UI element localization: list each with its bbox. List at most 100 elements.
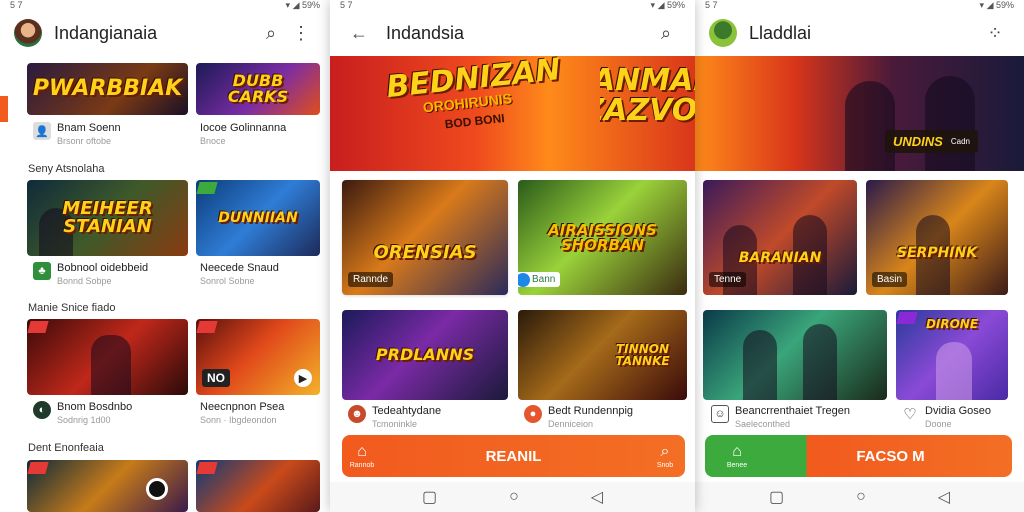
list-item[interactable]: ☺ Beancrrenthaiet Tregen Saeleconthed bbox=[711, 405, 850, 429]
chat-icon: ☺ bbox=[711, 405, 729, 423]
game-banner[interactable]: BARANIAN Tenne bbox=[703, 180, 857, 295]
game-banner[interactable] bbox=[27, 460, 188, 512]
hero-banner-left-logo: BEDNIZAN OROHIRUNIS BOD BONI bbox=[379, 56, 571, 138]
game-sub: Brsonr oftobe bbox=[57, 136, 112, 146]
home-icon[interactable]: ⌂ Benee bbox=[705, 443, 769, 469]
system-nav-bar: ▢ ○ ◁ bbox=[330, 482, 695, 512]
game-banner[interactable]: NO ▶ bbox=[196, 319, 320, 395]
game-name: Neecede Snaud bbox=[200, 262, 279, 274]
character-figure bbox=[743, 330, 777, 400]
status-bar: 5 7 ▾ ◢ 59% bbox=[0, 0, 330, 10]
game-banner[interactable]: DUNNIIAN bbox=[196, 180, 320, 256]
game-tag: Rannde bbox=[348, 272, 394, 287]
system-nav-bar: ▢ ○ ◁ bbox=[695, 482, 1024, 512]
game-icon: ● bbox=[524, 405, 542, 423]
more-vert-icon[interactable]: ⋮ bbox=[286, 18, 316, 48]
game-name: Neecnpnon Psea bbox=[200, 401, 285, 413]
game-icon: ☻ bbox=[348, 405, 366, 423]
hero-banner-logo: UNDINS Cadn bbox=[885, 130, 978, 153]
status-right: ▾ ◢ 59% bbox=[285, 0, 320, 10]
phone-screen-1: 5 7 ▾ ◢ 59% Indangianaia ⌕ ⋮ PWARBBIAK DU… bbox=[0, 0, 330, 512]
search-icon[interactable]: ⌕ bbox=[256, 18, 286, 48]
game-tag: Tenne bbox=[709, 272, 747, 287]
game-banner[interactable]: MEIHEER STANIAN bbox=[27, 180, 188, 256]
back-arrow-icon[interactable]: ← bbox=[344, 18, 374, 48]
game-name: Bedt Rundennpig bbox=[548, 405, 634, 417]
game-banner[interactable] bbox=[703, 310, 887, 400]
new-badge-icon bbox=[896, 312, 918, 324]
game-banner[interactable]: ORENSIAS Rannde bbox=[342, 180, 508, 295]
hero-banner[interactable]: UNDINS Cadn bbox=[695, 56, 1024, 171]
game-name: Beancrrenthaiet Tregen bbox=[735, 405, 850, 417]
character-figure bbox=[91, 335, 131, 395]
hot-badge-icon bbox=[27, 462, 49, 474]
game-sub: Denniceion bbox=[548, 419, 594, 429]
new-badge-icon bbox=[196, 182, 218, 194]
list-item[interactable]: ☻ Tedeahtydane Tcmoninkle bbox=[348, 405, 441, 429]
status-bar: 5 7 ▾ ◢ 59% bbox=[695, 0, 1024, 10]
status-left: 5 7 bbox=[340, 0, 353, 10]
status-left: 5 7 bbox=[705, 0, 718, 10]
primary-cta-button[interactable]: ⌂ Benee FACSO M bbox=[705, 435, 1012, 477]
grid-menu-icon[interactable]: ⁘ bbox=[980, 18, 1010, 48]
play-icon[interactable]: ▶ bbox=[294, 369, 312, 387]
home-icon[interactable]: ⌂ Rannob bbox=[342, 443, 382, 469]
game-icon: 👤 bbox=[33, 122, 51, 140]
game-banner[interactable]: PWARBBIAK bbox=[27, 63, 188, 115]
back-nav-icon[interactable]: ◁ bbox=[938, 487, 950, 507]
game-name: Bnam Soenn bbox=[57, 122, 121, 134]
list-item[interactable]: ◐ Bnom Bosdnbo Sodnrig 1d00 bbox=[33, 401, 132, 425]
game-banner[interactable]: DUBB CARKS bbox=[196, 63, 320, 115]
cta-label: REANIL bbox=[485, 447, 542, 465]
game-logo: AIRAISSIONS SHORBAN bbox=[548, 220, 657, 254]
list-item[interactable]: Neecnpnon Psea Sonn · Ibgdeondon bbox=[200, 401, 284, 425]
game-name: Tedeahtydane bbox=[372, 405, 442, 417]
list-item[interactable]: ● Bedt Rundennpig Denniceion bbox=[524, 405, 633, 429]
list-item[interactable]: 👤 Bnam Soenn Brsonr oftobe bbox=[33, 122, 121, 146]
game-sub: Saeleconthed bbox=[735, 419, 791, 429]
recents-icon[interactable]: ▢ bbox=[422, 487, 437, 507]
search-icon[interactable]: ⌕ bbox=[651, 18, 681, 48]
app-bar: Indangianaia ⌕ ⋮ bbox=[0, 10, 330, 56]
game-logo: NO bbox=[202, 369, 230, 387]
section-title: Dent Enonfeaia bbox=[28, 442, 104, 454]
primary-cta-button[interactable]: ⌂ Rannob REANIL ⌕ Snob bbox=[342, 435, 685, 477]
search-icon[interactable]: ⌕ Snob bbox=[645, 443, 685, 469]
game-name: Bnom Bosdnbo bbox=[57, 401, 133, 413]
status-right: ▾ ◢ 59% bbox=[650, 0, 685, 10]
hero-banner[interactable]: BEDNIZAN OROHIRUNIS BOD BONI NANMAIGI ZA… bbox=[330, 56, 695, 171]
game-banner[interactable]: PRDLANNS bbox=[342, 310, 508, 400]
game-banner[interactable]: AIRAISSIONS SHORBAN Bann bbox=[518, 180, 687, 295]
app-title: Indangianaia bbox=[54, 22, 158, 43]
game-banner[interactable]: DIRONE bbox=[896, 310, 1008, 400]
recents-icon[interactable]: ▢ bbox=[769, 487, 784, 507]
list-item[interactable]: ♡ Dvidia Goseo Doone bbox=[901, 405, 991, 429]
home-nav-icon[interactable]: ○ bbox=[509, 488, 519, 506]
game-logo: PWARBBIAK bbox=[32, 76, 183, 101]
back-nav-icon[interactable]: ◁ bbox=[591, 487, 603, 507]
game-banner[interactable] bbox=[196, 460, 320, 512]
game-banner[interactable] bbox=[27, 319, 188, 395]
list-item[interactable]: Neecede Snaud Sonrol Sobne bbox=[200, 262, 279, 286]
status-bar: 5 7 ▾ ◢ 59% bbox=[330, 0, 695, 10]
home-icon-label: Benee bbox=[726, 461, 748, 469]
home-nav-icon[interactable]: ○ bbox=[856, 488, 866, 506]
app-title: Indandsia bbox=[386, 22, 465, 43]
game-logo: DUNNIIAN bbox=[218, 210, 298, 226]
game-logo: ORENSIAS bbox=[373, 241, 477, 263]
avatar[interactable] bbox=[709, 19, 737, 47]
hot-badge-icon bbox=[196, 321, 218, 333]
game-sub: Bonnd Sobpe bbox=[57, 276, 112, 286]
game-banner[interactable]: SERPHINK Basin bbox=[866, 180, 1008, 295]
hero-banner-right-logo: NANMAIGI ZAZVO!! bbox=[600, 66, 695, 126]
avatar[interactable] bbox=[14, 19, 42, 47]
game-banner[interactable]: TINNON TANNKE bbox=[518, 310, 687, 400]
play-icon[interactable] bbox=[146, 478, 168, 500]
character-figure bbox=[936, 342, 972, 400]
scroll-indicator bbox=[0, 96, 8, 122]
list-item[interactable]: ♣ Bobnool oidebbeid Bonnd Sobpe bbox=[33, 262, 148, 286]
section-title: Manie Snice fiado bbox=[28, 302, 116, 314]
game-logo: DUBB CARKS bbox=[227, 71, 289, 106]
list-item[interactable]: Iocoe Golinnanna Bnoce bbox=[200, 122, 286, 146]
heart-icon[interactable]: ♡ bbox=[901, 405, 919, 423]
